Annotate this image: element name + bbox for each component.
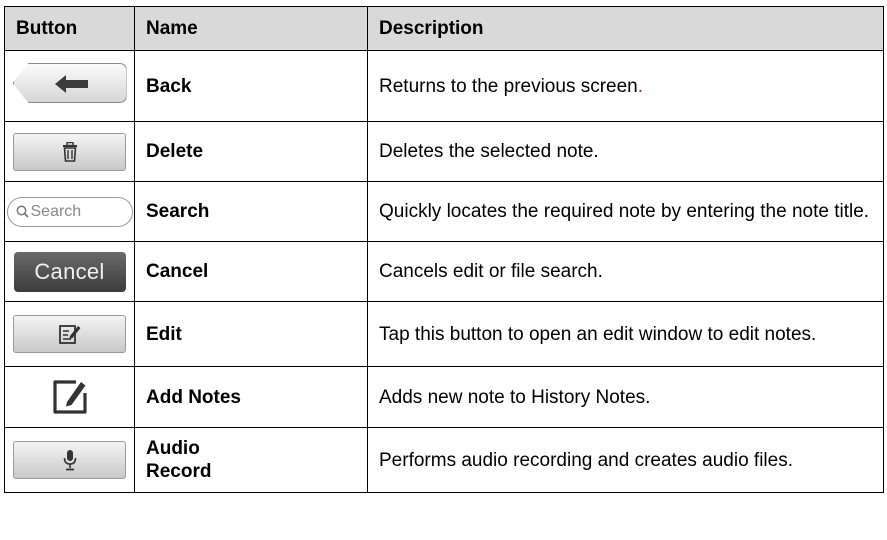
description-cell: Adds new note to History Notes.	[367, 366, 884, 428]
description-text: Returns to the previous screen	[379, 75, 638, 97]
table-row: Search Search Quickly locates the requir…	[4, 181, 884, 242]
button-cell	[4, 121, 135, 182]
button-cell: Cancel	[4, 241, 135, 302]
name-cell: Delete	[134, 121, 368, 182]
button-cell	[4, 50, 135, 122]
table-row: Edit Tap this button to open an edit win…	[4, 301, 884, 367]
search-input[interactable]: Search	[6, 196, 133, 227]
name-cell: Cancel	[134, 241, 368, 302]
delete-button[interactable]	[13, 132, 126, 171]
table-header-row: Button Name Description	[4, 6, 884, 51]
table-row: Back Returns to the previous screen.	[4, 50, 884, 122]
search-placeholder: Search	[30, 202, 82, 220]
name-cell: Audio Record	[134, 427, 368, 493]
button-cell	[4, 301, 135, 367]
header-name: Name	[134, 6, 368, 51]
button-reference-table: Button Name Description Back Returns to …	[4, 6, 884, 493]
back-button[interactable]	[12, 63, 127, 103]
audio-record-button[interactable]	[13, 441, 126, 479]
table-row: Audio Record Performs audio recording an…	[4, 427, 884, 493]
edit-icon	[58, 325, 80, 344]
name-cell: Edit	[134, 301, 368, 367]
description-period: .	[637, 75, 644, 97]
table-row: Cancel Cancel Cancels edit or file searc…	[4, 241, 884, 302]
description-cell: Returns to the previous screen.	[367, 50, 884, 122]
button-cell	[4, 366, 135, 428]
search-icon	[16, 205, 29, 218]
name-cell: Search	[134, 181, 368, 242]
trash-icon	[62, 141, 77, 162]
header-description: Description	[367, 6, 884, 51]
description-cell: Quickly locates the required note by ent…	[367, 181, 884, 242]
edit-button[interactable]	[13, 315, 126, 353]
description-cell: Performs audio recording and creates aud…	[367, 427, 884, 493]
back-arrow-icon	[54, 75, 88, 93]
header-button: Button	[4, 6, 135, 51]
button-cell: Search	[4, 181, 135, 242]
name-text: Audio Record	[146, 438, 212, 482]
name-cell: Back	[134, 50, 368, 122]
description-cell: Tap this button to open an edit window t…	[367, 301, 884, 367]
table-row: Add Notes Adds new note to History Notes…	[4, 366, 884, 428]
description-cell: Deletes the selected note.	[367, 121, 884, 182]
description-cell: Cancels edit or file search.	[367, 241, 884, 302]
name-cell: Add Notes	[134, 366, 368, 428]
table-row: Delete Deletes the selected note.	[4, 121, 884, 182]
cancel-button[interactable]: Cancel	[13, 251, 126, 292]
add-note-icon[interactable]	[50, 377, 90, 417]
button-cell	[4, 427, 135, 493]
microphone-icon	[63, 450, 76, 471]
